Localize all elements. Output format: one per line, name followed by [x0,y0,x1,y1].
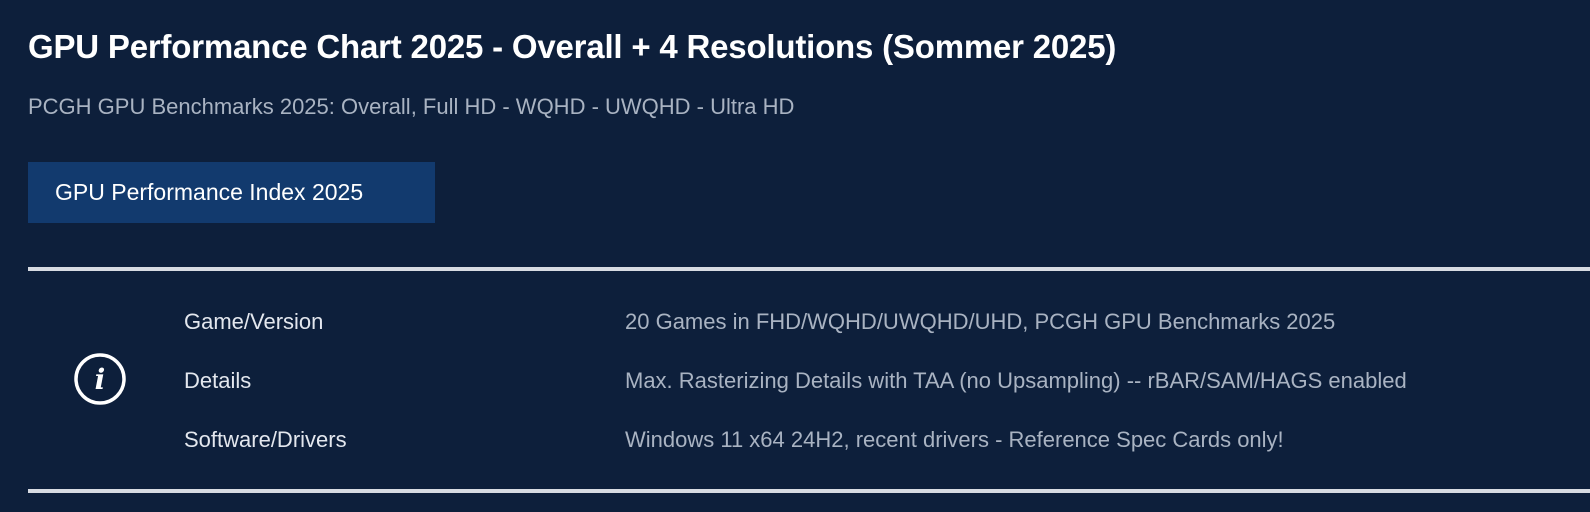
info-label: Details [184,368,252,393]
info-value: 20 Games in FHD/WQHD/UWQHD/UHD, PCGH GPU… [625,309,1336,334]
info-row-details: Details Max. Rasterizing Details with TA… [184,368,1584,398]
info-row-game-version: Game/Version 20 Games in FHD/WQHD/UWQHD/… [184,309,1584,339]
page: GPU Performance Chart 2025 - Overall + 4… [0,0,1590,512]
divider-bottom [28,489,1590,493]
page-title: GPU Performance Chart 2025 - Overall + 4… [28,28,1117,65]
info-label: Software/Drivers [184,427,347,452]
svg-text:i: i [95,363,106,396]
info-value: Max. Rasterizing Details with TAA (no Up… [625,368,1407,393]
gpu-performance-index-button[interactable]: GPU Performance Index 2025 [28,162,435,223]
info-label: Game/Version [184,309,324,334]
info-icon: i [73,352,127,406]
page-subtitle: PCGH GPU Benchmarks 2025: Overall, Full … [28,94,795,119]
info-row-software-drivers: Software/Drivers Windows 11 x64 24H2, re… [184,427,1584,457]
info-value: Windows 11 x64 24H2, recent drivers - Re… [625,427,1284,452]
divider-top [28,267,1590,271]
